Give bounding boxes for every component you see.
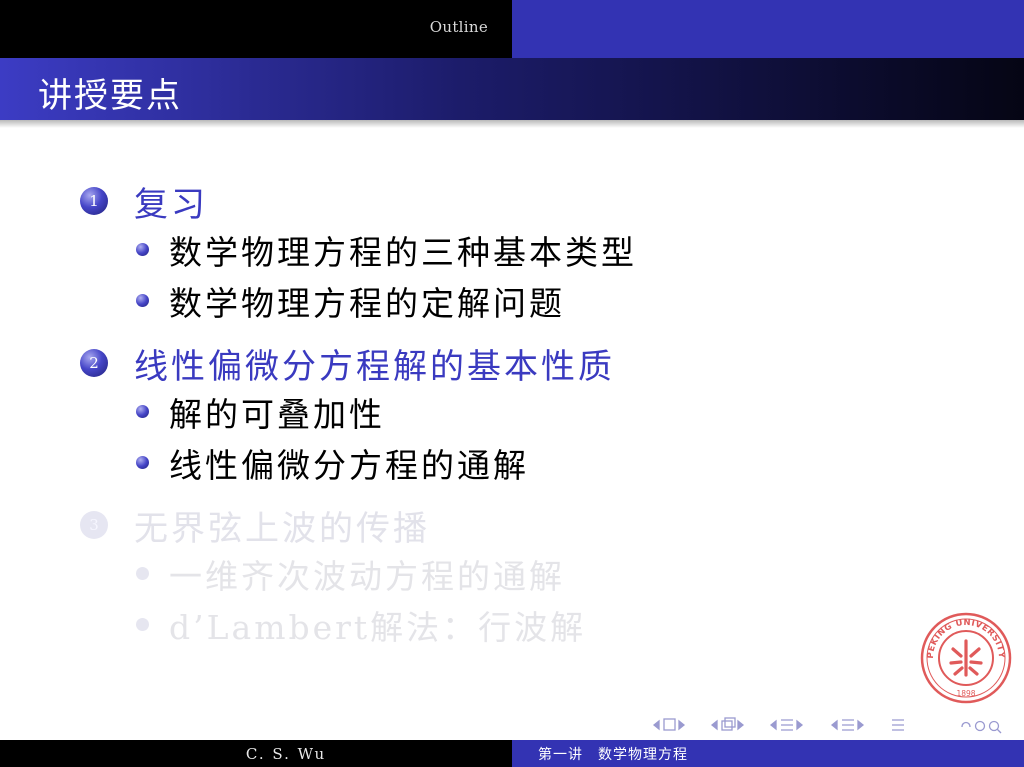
footer-lecture-title: 第一讲 数学物理方程	[538, 746, 688, 763]
section-number-badge: 1	[80, 187, 108, 215]
headline-left: Outline	[0, 0, 512, 58]
subsection-label: 解的可叠加性	[169, 394, 385, 434]
bullet-icon	[136, 456, 149, 469]
section-3: 3 无界弦上波的传播 一维齐次波动方程的通解 d’Lambert解法：行波解	[80, 502, 920, 650]
section-number-badge: 3	[80, 511, 108, 539]
subsection-item[interactable]: 一维齐次波动方程的通解	[136, 548, 920, 599]
section-1: 1 复习 数学物理方程的三种基本类型 数学物理方程的定解问题	[80, 178, 920, 326]
footline-left: C. S. Wu	[0, 740, 512, 767]
nav-section-icon[interactable]	[830, 719, 865, 731]
subsection-list: 数学物理方程的三种基本类型 数学物理方程的定解问题	[136, 224, 920, 326]
nav-frame-icon[interactable]	[652, 718, 686, 731]
subsection-item[interactable]: 解的可叠加性	[136, 386, 920, 437]
outline-link[interactable]: Outline	[430, 18, 488, 36]
subsection-label: 数学物理方程的三种基本类型	[169, 232, 637, 272]
subsection-item[interactable]: 数学物理方程的三种基本类型	[136, 224, 920, 275]
section-heading[interactable]: 2 线性偏微分方程解的基本性质	[80, 340, 920, 387]
subsection-label: 一维齐次波动方程的通解	[169, 556, 565, 596]
footer-author: C. S. Wu	[245, 744, 327, 763]
bullet-icon	[136, 618, 149, 631]
subsection-label: 线性偏微分方程的通解	[169, 445, 529, 485]
frame-title-bar: 讲授要点	[0, 58, 1024, 120]
subsection-label: 数学物理方程的定解问题	[169, 283, 565, 323]
subsection-item[interactable]: 数学物理方程的定解问题	[136, 275, 920, 326]
bullet-icon	[136, 243, 149, 256]
section-title: 线性偏微分方程解的基本性质	[134, 346, 615, 387]
footline-right: 第一讲 数学物理方程	[512, 740, 1024, 767]
nav-slide-icon[interactable]	[710, 717, 745, 731]
university-seal-logo: PEKING UNIVERSITY 1898	[920, 612, 1012, 704]
outline-list: 1 复习 数学物理方程的三种基本类型 数学物理方程的定解问题 2 线性偏微分方程…	[80, 178, 920, 664]
headline-right	[512, 0, 1024, 58]
footline-bar: C. S. Wu 第一讲 数学物理方程	[0, 740, 1024, 767]
headline-bar: Outline	[0, 0, 1024, 58]
subsection-list: 一维齐次波动方程的通解 d’Lambert解法：行波解	[136, 548, 920, 650]
nav-search-icon[interactable]	[961, 720, 1002, 734]
frame-title: 讲授要点	[38, 76, 182, 116]
bullet-icon	[136, 405, 149, 418]
section-title: 复习	[134, 184, 208, 225]
subsection-item[interactable]: 线性偏微分方程的通解	[136, 437, 920, 488]
title-shadow	[0, 120, 1024, 128]
beamer-navigation-symbols	[652, 717, 1002, 734]
nav-document-icon[interactable]	[892, 719, 904, 731]
section-number-badge: 2	[80, 349, 108, 377]
subsection-item[interactable]: d’Lambert解法：行波解	[136, 599, 920, 650]
bullet-icon	[136, 567, 149, 580]
section-2: 2 线性偏微分方程解的基本性质 解的可叠加性 线性偏微分方程的通解	[80, 340, 920, 488]
nav-subsection-icon[interactable]	[769, 719, 804, 731]
section-heading[interactable]: 3 无界弦上波的传播	[80, 502, 920, 549]
svg-text:1898: 1898	[956, 689, 975, 698]
section-title: 无界弦上波的传播	[134, 508, 430, 549]
section-heading[interactable]: 1 复习	[80, 178, 920, 225]
subsection-list: 解的可叠加性 线性偏微分方程的通解	[136, 386, 920, 488]
subsection-label: d’Lambert解法：行波解	[169, 607, 587, 647]
bullet-icon	[136, 294, 149, 307]
